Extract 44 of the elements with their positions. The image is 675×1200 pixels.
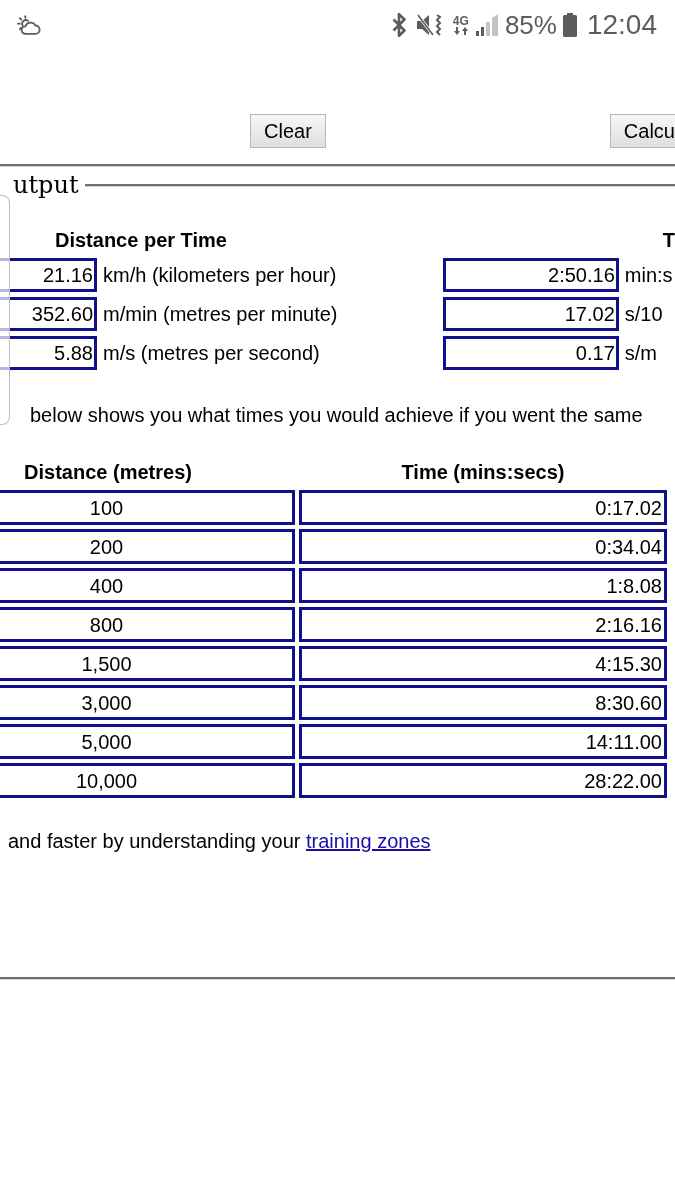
value-field[interactable]: 0.17 [442, 336, 619, 370]
battery-icon [562, 13, 577, 37]
unit-label: s/10 [624, 302, 663, 327]
unit-label: km/h (kilometers per hour) [103, 263, 337, 288]
battery-percent: 85% [504, 10, 557, 40]
training-zones-link[interactable]: training zones [306, 830, 431, 852]
clock-time: 12:04 [586, 9, 657, 41]
muted-speaker-icon [415, 13, 442, 37]
distance-cell: 100 [0, 490, 295, 525]
cloud-sun-icon [17, 14, 41, 36]
time-cell: 1:8.08 [299, 568, 667, 603]
distance-cell: 200 [0, 529, 295, 564]
unit-label: s/m [624, 341, 657, 366]
form-button[interactable]: Clear [250, 114, 326, 148]
time-cell: 14:11.00 [299, 724, 667, 759]
footer-text: and faster by understanding your training zones [7, 829, 432, 853]
distance-cell: 800 [0, 607, 295, 642]
column-heading: Time (mins:secs) [400, 460, 566, 484]
unit-label: m/s (metres per second) [103, 341, 320, 366]
value-field[interactable]: 17.02 [442, 297, 619, 331]
distance-cell: 3,000 [0, 685, 295, 720]
form-button[interactable]: Calcu [609, 114, 675, 148]
column-heading: T [661, 228, 675, 252]
time-cell: 2:16.16 [299, 607, 667, 642]
time-cell: 8:30.60 [299, 685, 667, 720]
signal-icon [475, 14, 498, 36]
time-cell: 4:15.30 [299, 646, 667, 681]
time-cell: 0:34.04 [299, 529, 667, 564]
time-cell: 28:22.00 [299, 763, 667, 798]
time-cell: 0:17.02 [299, 490, 667, 525]
distance-cell: 5,000 [0, 724, 295, 759]
distance-cell: 400 [0, 568, 295, 603]
distance-cell: 1,500 [0, 646, 295, 681]
unit-label: min:s [624, 263, 673, 288]
note-text: below shows you what times you would achieve if you went the same [29, 403, 644, 427]
network-type-label: 4G [452, 15, 469, 27]
column-heading: Distance per Time [54, 228, 228, 252]
unit-label: m/min (metres per minute) [103, 302, 338, 327]
column-heading: Distance (metres) [23, 460, 193, 484]
data-arrows-icon [453, 27, 468, 35]
bluetooth-icon [391, 13, 406, 37]
distance-cell: 10,000 [0, 763, 295, 798]
value-field[interactable]: 2:50.16 [442, 258, 619, 292]
section-legend: utput [0, 169, 79, 201]
